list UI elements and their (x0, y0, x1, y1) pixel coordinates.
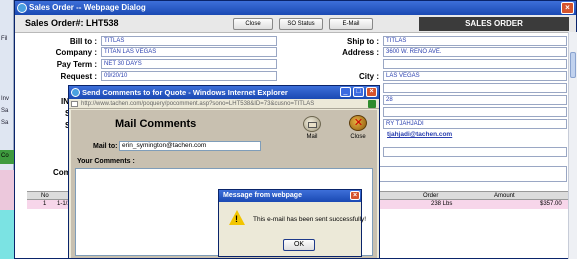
city-field[interactable]: LAS VEGAS (383, 71, 567, 81)
col-order: Order (423, 193, 439, 199)
mail-comments-heading: Mail Comments (115, 118, 197, 130)
so-status-button[interactable]: SO Status (279, 18, 323, 30)
page-icon (71, 101, 78, 107)
address-label: Address : (342, 48, 379, 57)
ie-icon (17, 3, 27, 13)
bg-chip: Sa (1, 108, 9, 114)
pay-term-field[interactable]: NET 30 DAYS (101, 59, 277, 69)
company-label: Company : (55, 48, 97, 57)
pay-term-label: Pay Term : (56, 60, 97, 69)
row-order: 238 Lbs (431, 201, 453, 207)
row-no: 1 (43, 201, 47, 207)
ship-to-field[interactable]: TITLAS (383, 36, 567, 46)
mail-to-label: Mail to: (93, 143, 118, 150)
maximize-button[interactable]: □ (353, 87, 364, 97)
col-no: No (41, 193, 49, 199)
dialog-scrollbar[interactable] (568, 32, 577, 259)
phone-field[interactable] (383, 107, 567, 117)
minimize-button[interactable]: _ (340, 87, 351, 97)
message-dialog: Message from webpage × ! This e-mail has… (218, 189, 366, 257)
extra-field[interactable] (383, 147, 567, 157)
dialog-close-button[interactable]: × (561, 2, 574, 14)
envelope-icon (308, 122, 317, 128)
contact-field[interactable]: RY TJAHJADI (383, 119, 567, 129)
ok-button[interactable]: OK (283, 239, 315, 251)
dialog-titlebar: Sales Order -- Webpage Dialog (15, 1, 576, 15)
message-close-button[interactable]: × (350, 191, 360, 200)
row-amount: $357.00 (540, 201, 562, 207)
ie-icon (71, 88, 80, 97)
bg-pink-cell (0, 170, 14, 210)
comments-window-title: Send Comments to for Quote - Windows Int… (82, 88, 288, 97)
mail-label[interactable]: Mail (300, 134, 324, 140)
address2-field[interactable] (383, 59, 567, 69)
city-label: City : (359, 72, 379, 81)
message-text: This e-mail has been sent successfully! (253, 216, 367, 223)
bg-green-cell: Co (0, 150, 14, 164)
bg-chip: Sa (1, 120, 9, 126)
dialog-title: Sales Order -- Webpage Dialog (29, 3, 146, 12)
bg-cyan-cell (0, 210, 14, 259)
go-icon[interactable] (368, 100, 376, 108)
state-field[interactable] (383, 83, 567, 93)
scroll-thumb[interactable] (570, 52, 576, 78)
your-comments-label: Your Comments : (77, 158, 135, 165)
comments-titlebar: Send Comments to for Quote - Windows Int… (69, 86, 379, 99)
bill-to-field[interactable]: TITLAS (101, 36, 277, 46)
request-field[interactable]: 09/20/10 (101, 71, 277, 81)
zip-field[interactable]: 28 (383, 95, 567, 105)
bg-chip: Inv (1, 96, 10, 102)
address-bar[interactable]: http://www.tachen.com/poquery/pocomment.… (69, 99, 379, 109)
address-url: http://www.tachen.com/poquery/pocomment.… (81, 101, 315, 107)
bg-chip: Co (1, 153, 9, 159)
x-mark-icon: ✕ (353, 117, 364, 129)
close-icon[interactable]: ✕ (349, 115, 367, 131)
company-field[interactable]: TITAN LAS VEGAS (101, 47, 277, 57)
ship-to-label: Ship to : (347, 37, 379, 46)
so-toolbar: Sales Order#: LHT538 Close SO Status E-M… (15, 15, 576, 33)
address-field[interactable]: 3600 W. RENO AVE. (383, 47, 567, 57)
bg-chip: Fil (1, 36, 8, 42)
exclamation-icon: ! (235, 214, 238, 224)
contact-email-link[interactable]: tjahjadi@tachen.com (387, 131, 452, 138)
request-label: Request : (60, 72, 97, 81)
mail-to-field[interactable]: erin_symington@tachen.com (119, 141, 261, 151)
email-button[interactable]: E-Mail (329, 18, 373, 30)
close-button[interactable]: Close (233, 18, 273, 30)
col-amount: Amount (494, 193, 515, 199)
so-number: Sales Order#: LHT538 (25, 18, 119, 28)
message-titlebar: Message from webpage (219, 190, 361, 202)
message-title: Message from webpage (223, 192, 302, 199)
close-label[interactable]: Close (346, 134, 370, 140)
bill-to-label: Bill to : (69, 37, 97, 46)
mail-icon[interactable] (303, 116, 321, 132)
comments-close-x-button[interactable]: × (366, 87, 377, 97)
section-title: SALES ORDER (419, 17, 569, 31)
